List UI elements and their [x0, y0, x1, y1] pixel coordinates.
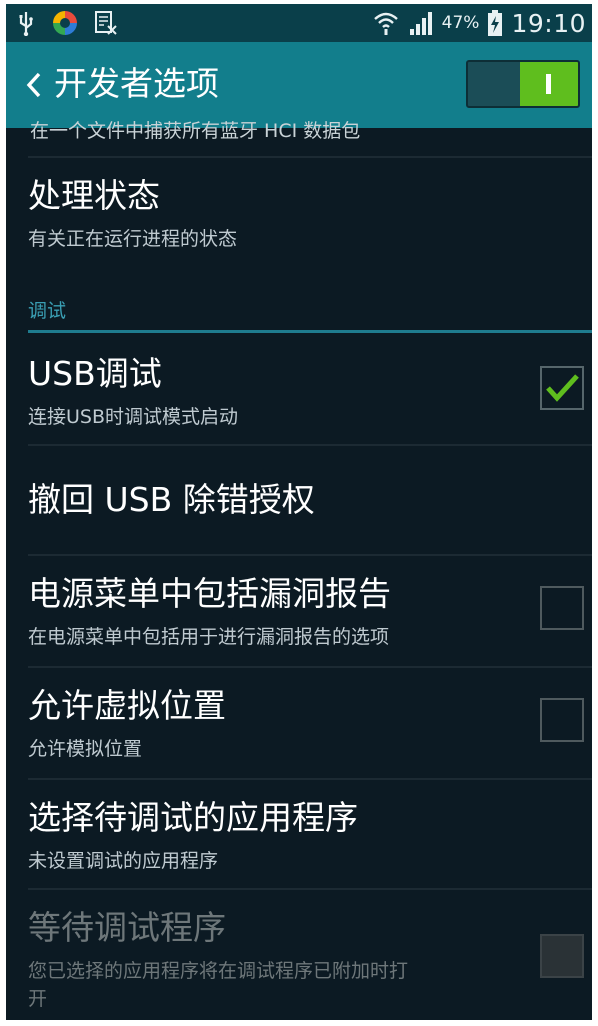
signal-icon [409, 12, 432, 35]
item-subtitle-continued: 开 [28, 988, 48, 1010]
item-subtitle: 连接USB时调试模式启动 [28, 406, 239, 428]
chevron-left-icon [26, 72, 41, 98]
usb-icon [19, 12, 33, 36]
switch-track [468, 62, 526, 106]
clock: 19:10 [511, 8, 586, 38]
item-subtitle: 在电源菜单中包括用于进行漏洞报告的选项 [28, 626, 390, 648]
excel-icon [95, 11, 117, 35]
usb-debugging-checkbox[interactable] [540, 366, 584, 410]
notification-icons [16, 10, 118, 36]
item-subtitle: 有关正在运行进程的状态 [28, 228, 238, 250]
system-icons: 47% 19:10 [372, 8, 586, 38]
page-title: 开发者选项 [54, 64, 219, 103]
developer-options-switch[interactable] [466, 60, 580, 108]
divider [28, 156, 592, 158]
phone-screen: 47% 19:10 开发者选项 在一个文件中捕获所有蓝牙 HCI 数据包 处理状… [6, 4, 592, 1020]
partial-item-text: 在一个文件中捕获所有蓝牙 HCI 数据包 [30, 120, 361, 142]
item-title: 允许虚拟位置 [28, 686, 226, 725]
item-subtitle: 未设置调试的应用程序 [28, 850, 219, 872]
item-title: 等待调试程序 [28, 908, 226, 947]
battery-charging-icon [488, 10, 503, 36]
divider [28, 554, 592, 556]
battery-percent: 47% [441, 13, 480, 33]
item-title: 处理状态 [28, 176, 160, 215]
section-divider [28, 330, 592, 333]
mock-location-checkbox[interactable] [540, 698, 584, 742]
divider [28, 444, 592, 446]
switch-thumb-on [520, 62, 578, 106]
item-subtitle: 您已选择的应用程序将在调试程序已附加时打 [28, 960, 409, 982]
item-subtitle: 允许模拟位置 [28, 738, 143, 760]
divider [28, 888, 592, 890]
item-title: 电源菜单中包括漏洞报告 [28, 574, 391, 613]
item-title: USB调试 [28, 354, 162, 393]
wait-for-debugger-checkbox [540, 934, 584, 978]
divider [28, 666, 592, 668]
app-icon [53, 11, 77, 35]
checkmark-icon [546, 374, 579, 402]
bug-report-checkbox[interactable] [540, 586, 584, 630]
item-title: 撤回 USB 除错授权 [28, 480, 315, 519]
item-title: 选择待调试的应用程序 [28, 798, 358, 837]
status-bar: 47% 19:10 [6, 4, 592, 42]
switch-on-indicator [546, 74, 551, 94]
section-header-debug: 调试 [28, 300, 67, 322]
divider [28, 778, 592, 780]
wifi-icon [373, 12, 398, 35]
